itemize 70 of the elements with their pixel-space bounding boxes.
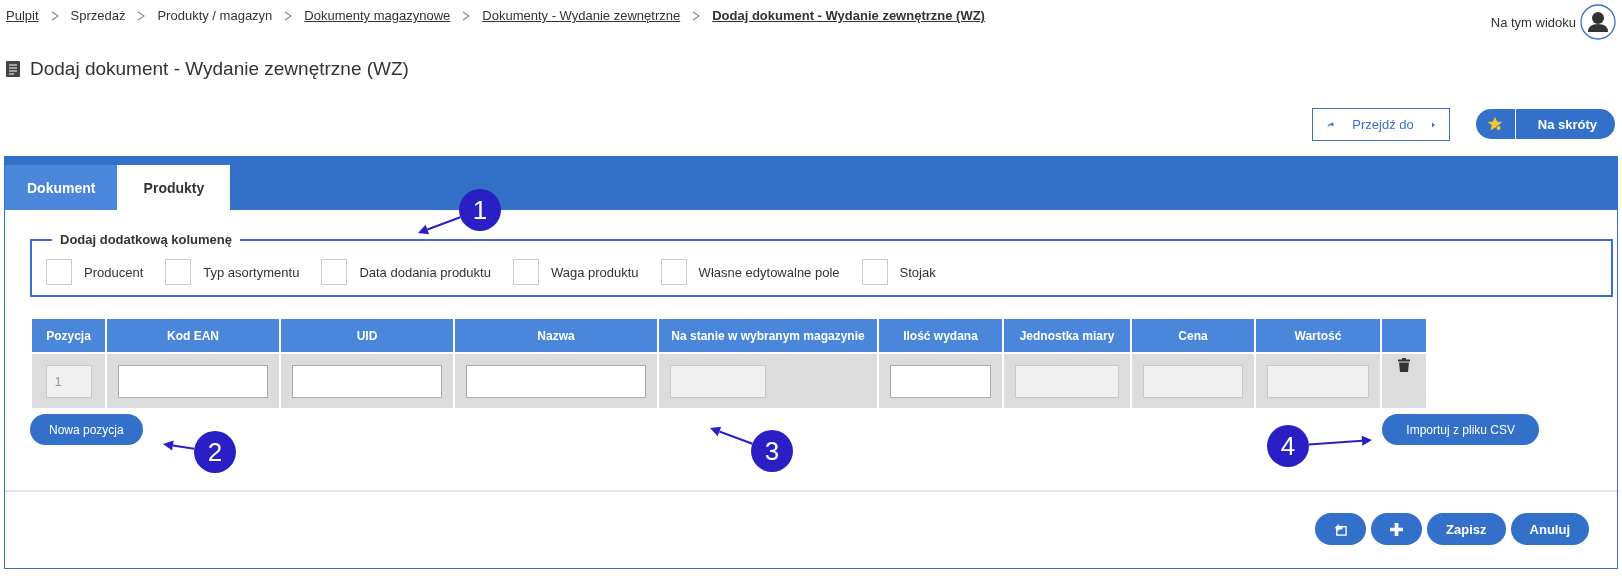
breadcrumb-separator-icon bbox=[692, 10, 701, 21]
breadcrumb-separator-icon bbox=[50, 10, 59, 21]
star-icon bbox=[1487, 116, 1504, 132]
checkbox-label: Waga produktu bbox=[550, 264, 639, 280]
column-header: Ilość wydana bbox=[879, 319, 1002, 352]
breadcrumb-link[interactable]: Dokumenty - Wydanie zewnętrzne bbox=[482, 8, 681, 23]
input-field[interactable] bbox=[890, 364, 991, 398]
checkbox-label: Własne edytowalne pole bbox=[698, 264, 840, 280]
column-header: Jednostka miary bbox=[1004, 319, 1130, 352]
user-avatar-icon[interactable] bbox=[1580, 4, 1616, 40]
callout-number: 2 bbox=[194, 431, 236, 473]
column-header: Wartość bbox=[1256, 319, 1380, 352]
checkbox[interactable] bbox=[165, 259, 192, 285]
tab[interactable]: Produkty bbox=[117, 165, 231, 210]
restore-icon bbox=[1334, 522, 1348, 536]
plus-icon bbox=[1390, 522, 1404, 536]
breadcrumb-current[interactable]: Dodaj dokument - Wydanie zewnętrzne (WZ) bbox=[712, 8, 985, 23]
callout-number: 1 bbox=[459, 189, 501, 231]
column-header: Nazwa bbox=[455, 319, 657, 352]
restore-button[interactable] bbox=[1315, 513, 1367, 545]
readonly-field[interactable] bbox=[1015, 364, 1119, 398]
input-field[interactable] bbox=[292, 364, 442, 398]
column-header: Na stanie w wybranym magazynie bbox=[659, 319, 877, 352]
breadcrumb-separator-icon bbox=[137, 10, 146, 21]
checkbox-label: Stojak bbox=[899, 264, 936, 280]
readonly-field[interactable] bbox=[1143, 364, 1243, 398]
checkbox[interactable] bbox=[512, 259, 539, 285]
go-to-button[interactable]: Przejdź do bbox=[1311, 108, 1450, 141]
page-title: Dodaj dokument - Wydanie zewnętrzne (WZ) bbox=[30, 58, 409, 80]
breadcrumb-item: Produkty / magazyn bbox=[157, 8, 273, 23]
column-header: Pozycja bbox=[32, 319, 105, 352]
checkbox-label: Producent bbox=[84, 264, 144, 280]
breadcrumb-separator-icon bbox=[462, 10, 471, 21]
checkbox[interactable] bbox=[46, 259, 72, 285]
add-button[interactable] bbox=[1371, 513, 1423, 545]
checkbox[interactable] bbox=[660, 259, 687, 285]
breadcrumb-separator-icon bbox=[284, 10, 293, 21]
readonly-field[interactable]: 1 bbox=[45, 364, 92, 398]
breadcrumb-item: Sprzedaż bbox=[70, 8, 126, 23]
callout-arrow bbox=[710, 426, 754, 445]
checkbox[interactable] bbox=[861, 259, 888, 285]
column-header: UID bbox=[281, 319, 453, 352]
checkbox[interactable] bbox=[321, 259, 348, 285]
shortcuts-button[interactable]: Na skróty bbox=[1515, 109, 1615, 139]
tab[interactable]: Dokument bbox=[5, 165, 118, 210]
readonly-field[interactable] bbox=[1267, 364, 1369, 398]
view-label: Na tym widoku bbox=[1490, 14, 1576, 30]
document-icon bbox=[6, 61, 20, 77]
favorite-button[interactable] bbox=[1475, 109, 1516, 139]
import-csv-button[interactable]: Importuj z pliku CSV bbox=[1382, 414, 1539, 445]
group-legend: Dodaj dodatkową kolumenę bbox=[52, 232, 240, 247]
callout-number: 4 bbox=[1267, 425, 1309, 467]
readonly-field[interactable] bbox=[670, 364, 766, 398]
column-header bbox=[1382, 319, 1426, 352]
input-field[interactable] bbox=[466, 364, 646, 398]
column-header: Kod EAN bbox=[107, 319, 279, 352]
column-header: Cena bbox=[1132, 319, 1254, 352]
checkbox-label: Typ asortymentu bbox=[203, 264, 300, 280]
footer-button[interactable]: Anuluj bbox=[1510, 513, 1589, 545]
callout-arrow bbox=[163, 440, 196, 451]
callout-number: 3 bbox=[751, 430, 793, 472]
breadcrumb-link[interactable]: Pulpit bbox=[6, 8, 39, 23]
trash-icon[interactable] bbox=[1398, 358, 1410, 372]
callout-arrow bbox=[418, 216, 462, 235]
footer-button[interactable]: Zapisz bbox=[1427, 513, 1506, 545]
callout-arrow bbox=[1307, 435, 1372, 446]
new-row-button[interactable]: Nowa pozycja bbox=[30, 414, 143, 445]
input-field[interactable] bbox=[118, 364, 268, 398]
breadcrumb-link[interactable]: Dokumenty magazynowe bbox=[304, 8, 451, 23]
checkbox-label: Data dodania produktu bbox=[359, 264, 491, 280]
